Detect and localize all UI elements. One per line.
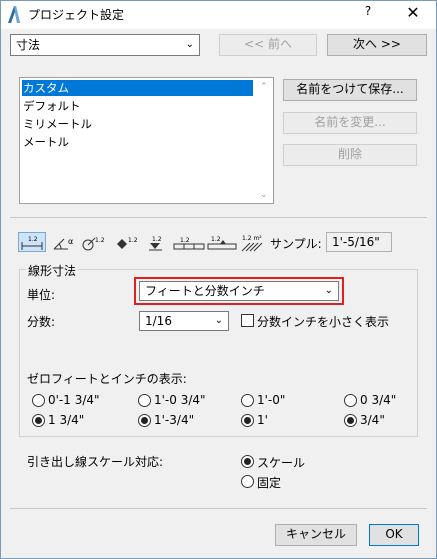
window-title: プロジェクト設定 xyxy=(28,8,125,22)
chevron-down-icon: ⌄ xyxy=(324,285,333,296)
list-item[interactable]: デフォルト xyxy=(22,98,81,114)
zero-feet-radio-4[interactable] xyxy=(32,414,45,427)
leader-scale-radio-fixed[interactable] xyxy=(241,475,254,488)
zero-feet-radio-1[interactable] xyxy=(138,394,151,407)
chevron-down-icon: ⌄ xyxy=(214,315,223,326)
angle-dimension-icon[interactable]: α xyxy=(52,234,78,255)
sample-value: 1'-5/16" xyxy=(326,232,392,252)
zero-feet-radio-5[interactable] xyxy=(138,414,151,427)
archicad-logo-icon xyxy=(6,4,22,24)
fraction-dropdown[interactable]: 1/16 ⌄ xyxy=(139,311,229,331)
zero-feet-option-2: 1'-0" xyxy=(257,393,286,407)
svg-text:1.2: 1.2 xyxy=(95,237,105,244)
svg-text:1.2: 1.2 xyxy=(211,236,221,243)
unit-label: 単位: xyxy=(27,288,56,302)
door-window-dimension-icon[interactable]: 1.2 xyxy=(172,234,206,255)
prev-button[interactable]: << 前へ xyxy=(219,34,317,56)
fraction-value: 1/16 xyxy=(145,314,172,328)
scroll-down-icon[interactable]: ⌄ xyxy=(260,190,268,200)
zero-feet-radio-2[interactable] xyxy=(241,394,254,407)
leader-scale-label: 引き出し線スケール対応: xyxy=(27,455,164,469)
list-item[interactable]: メートル xyxy=(22,134,69,150)
category-value: 寸法 xyxy=(16,38,41,52)
zero-feet-radio-0[interactable] xyxy=(32,394,45,407)
sill-height-icon[interactable]: 1.2 xyxy=(206,234,238,255)
svg-text:1.2: 1.2 xyxy=(128,237,138,244)
divider xyxy=(10,508,427,509)
leader-scale-option-scale: スケール xyxy=(257,456,306,470)
leader-scale-radio-scale[interactable] xyxy=(241,455,254,468)
scroll-up-icon[interactable]: ⌃ xyxy=(260,82,268,92)
zero-feet-option-4: 1 3/4" xyxy=(48,413,85,427)
zero-feet-option-1: 1'-0 3/4" xyxy=(154,393,206,407)
preset-list[interactable]: カスタム デフォルト ミリメートル メートル ⌃ ⌄ xyxy=(19,77,274,204)
unit-value: フィートと分数インチ xyxy=(145,284,265,298)
svg-text:1.2: 1.2 xyxy=(152,236,162,243)
small-inch-label: 分数インチを小さく表示 xyxy=(257,315,390,329)
ok-button[interactable]: OK xyxy=(369,524,419,546)
level-dimension-icon[interactable]: 1.2 xyxy=(114,234,142,255)
delete-button[interactable]: 削除 xyxy=(283,144,417,166)
svg-text:1.2 m²: 1.2 m² xyxy=(242,235,262,242)
category-dropdown[interactable]: 寸法 ⌄ xyxy=(10,34,200,56)
zero-feet-radio-6[interactable] xyxy=(241,414,254,427)
area-calculation-icon[interactable]: 1.2 m² xyxy=(240,232,268,255)
cancel-button[interactable]: キャンセル xyxy=(275,524,357,546)
linear-dimension-icon: 1.2 xyxy=(28,236,38,243)
linear-dimension-group-title: 線形寸法 xyxy=(26,262,79,279)
small-inch-checkbox[interactable] xyxy=(241,314,254,327)
zero-feet-radio-7[interactable] xyxy=(344,414,357,427)
list-item[interactable]: ミリメートル xyxy=(22,116,92,132)
fraction-label: 分数: xyxy=(27,315,56,329)
svg-text:α: α xyxy=(68,237,73,246)
zero-feet-option-0: 0'-1 3/4" xyxy=(48,393,100,407)
zero-feet-option-7: 3/4" xyxy=(360,413,385,427)
leader-scale-option-fixed: 固定 xyxy=(257,476,282,490)
close-button[interactable]: ✕ xyxy=(398,2,428,24)
linear-dimension-tool[interactable]: 1.2 xyxy=(18,232,46,252)
zero-feet-option-3: 0 3/4" xyxy=(360,393,397,407)
radial-dimension-icon[interactable]: 1.2 xyxy=(80,234,110,255)
elevation-dimension-icon[interactable]: 1.2 xyxy=(146,234,170,255)
save-as-button[interactable]: 名前をつけて保存... xyxy=(283,79,417,101)
zero-feet-option-6: 1' xyxy=(257,413,268,427)
rename-button[interactable]: 名前を変更... xyxy=(283,112,417,134)
zero-feet-title: ゼロフィートとインチの表示: xyxy=(27,372,187,386)
list-item[interactable]: カスタム xyxy=(22,80,253,96)
divider xyxy=(10,217,427,218)
help-button[interactable]: ? xyxy=(360,4,376,22)
zero-feet-radio-3[interactable] xyxy=(344,394,357,407)
zero-feet-option-5: 1'-3/4" xyxy=(154,413,195,427)
next-button[interactable]: 次へ >> xyxy=(327,34,427,56)
svg-text:1.2: 1.2 xyxy=(180,237,190,244)
sample-label: サンプル: xyxy=(270,237,322,251)
chevron-down-icon: ⌄ xyxy=(185,39,194,50)
unit-dropdown[interactable]: フィートと分数インチ ⌄ xyxy=(139,281,339,301)
